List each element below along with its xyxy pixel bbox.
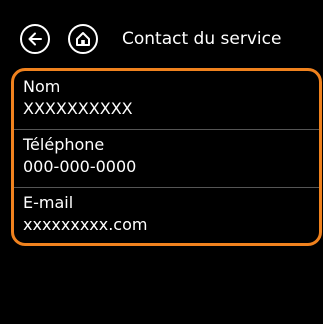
- home-button[interactable]: [68, 24, 98, 54]
- contact-field-email: E-mail xxxxxxxxx.com: [14, 189, 319, 243]
- field-label: Nom: [23, 77, 61, 96]
- field-value: XXXXXXXXXX: [23, 99, 133, 118]
- field-value: xxxxxxxxx.com: [23, 215, 148, 234]
- screen: Contact du service Nom XXXXXXXXXX Téléph…: [0, 0, 323, 324]
- contact-field-phone: Téléphone 000-000-0000: [14, 131, 319, 188]
- back-button[interactable]: [20, 24, 50, 54]
- arrow-left-icon: [28, 32, 42, 46]
- home-icon: [76, 32, 90, 46]
- field-label: Téléphone: [23, 135, 105, 154]
- contact-panel: Nom XXXXXXXXXX Téléphone 000-000-0000 E-…: [11, 68, 322, 246]
- field-value: 000-000-0000: [23, 157, 137, 176]
- page-title: Contact du service: [122, 29, 282, 49]
- header-bar: Contact du service: [0, 0, 323, 62]
- field-label: E-mail: [23, 193, 74, 212]
- contact-field-name: Nom XXXXXXXXXX: [14, 73, 319, 130]
